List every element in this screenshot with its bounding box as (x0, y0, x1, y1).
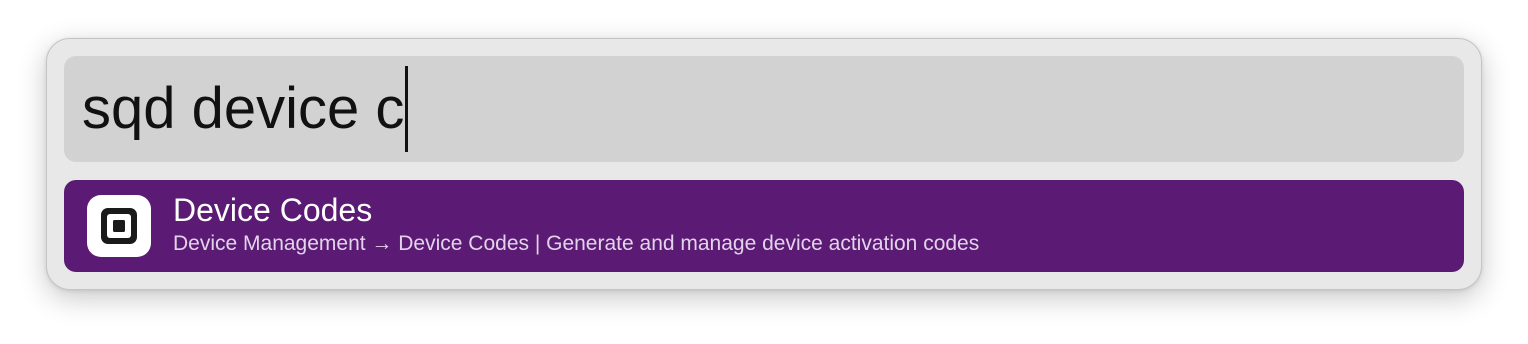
result-title: Device Codes (173, 192, 373, 228)
search-input[interactable]: sqd device c (64, 56, 1464, 162)
result-item-device-codes[interactable]: Device Codes Device Management → Device … (64, 180, 1464, 272)
search-query-text: sqd device c (82, 76, 405, 141)
launcher-panel: sqd device c Device Codes Device Managem… (46, 38, 1482, 290)
text-caret (405, 66, 409, 152)
square-logo-icon (87, 195, 151, 257)
result-text: Device Codes Device Management → Device … (173, 192, 979, 258)
result-subtitle: Device Management → Device Codes | Gener… (173, 232, 980, 255)
